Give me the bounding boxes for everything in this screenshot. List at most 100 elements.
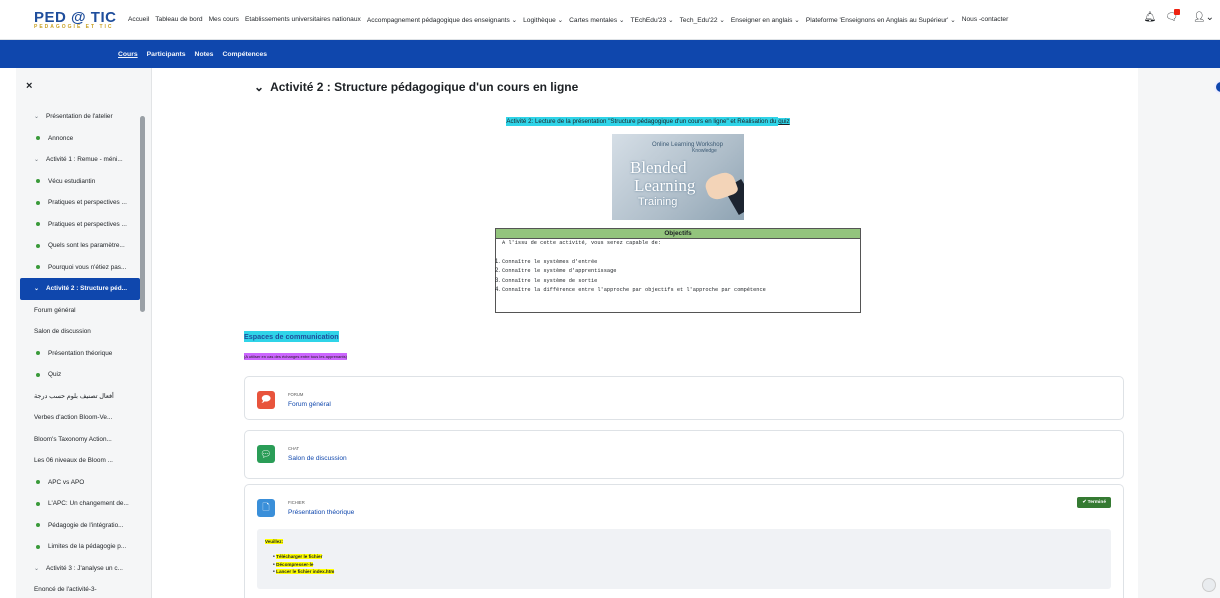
sidebar-item-label: Présentation de l'atelier bbox=[46, 113, 113, 121]
objectives-table: Objectifs A l'issu de cette activité, vo… bbox=[495, 228, 861, 313]
blended-learning-image: Online Learning Workshop Knowledge Blend… bbox=[612, 134, 744, 220]
section-title-text: Activité 2 : Structure pédagogique d'un … bbox=[270, 80, 579, 94]
nav-item[interactable]: Accueil bbox=[128, 16, 149, 24]
instructions-list: Télécharger le fichier Décompresser-le L… bbox=[273, 553, 335, 576]
nav-item[interactable]: Nous -contacter bbox=[962, 16, 1009, 24]
nav-item[interactable]: Etablissements universitaires nationaux bbox=[245, 16, 361, 24]
objective-text: Connaître la différence entre l'approche… bbox=[502, 287, 766, 293]
chevron-down-icon[interactable]: ⌄ bbox=[34, 113, 46, 120]
sidebar-item-label: Salon de discussion bbox=[34, 328, 91, 336]
image-word: Knowledge bbox=[692, 148, 717, 154]
objective-item: 2. Connaître le système d'apprentissage bbox=[494, 268, 617, 274]
sidebar-item-label: L'APC: Un changement de... bbox=[48, 500, 129, 508]
nav-item[interactable]: Tech_Edu'22 ⌄ bbox=[680, 16, 725, 24]
sidebar-item-label: Vécu estudiantin bbox=[48, 177, 96, 185]
sidebar-item-label: Pratiques et perspectives ... bbox=[48, 220, 127, 228]
sidebar-item[interactable]: Verbes d'action Bloom-Ve... bbox=[16, 407, 144, 429]
completion-dot-icon bbox=[36, 200, 40, 205]
sidebar-item[interactable]: Présentation théorique bbox=[16, 343, 144, 365]
sidebar-item[interactable]: Enoncé de l'activité-3- bbox=[16, 579, 144, 598]
sidebar-item-label: Pourquoi vous n'étiez pas... bbox=[48, 263, 127, 271]
sidebar-item[interactable]: Bloom's Taxonomy Action... bbox=[16, 429, 144, 451]
nav-item[interactable]: Logithèque ⌄ bbox=[523, 16, 563, 24]
forum-icon: 🗩︎ bbox=[257, 391, 275, 409]
nav-item[interactable]: Mes cours bbox=[209, 16, 239, 24]
completion-dot-icon bbox=[36, 179, 40, 184]
completion-dot-icon bbox=[36, 480, 40, 485]
section-title[interactable]: ⌄ Activité 2 : Structure pédagogique d'u… bbox=[254, 80, 578, 94]
sidebar-item[interactable]: Les 06 niveaux de Bloom ... bbox=[16, 450, 144, 472]
sidebar-item[interactable]: Limites de la pédagogie p... bbox=[16, 536, 144, 558]
tab-cours[interactable]: Cours bbox=[118, 51, 138, 58]
main-nav: Accueil Tableau de bord Mes cours Etabli… bbox=[128, 16, 1014, 24]
chevron-down-icon[interactable]: ⌄ bbox=[34, 565, 46, 572]
instructions-box: Veuillez: Télécharger le fichier Décompr… bbox=[257, 529, 1111, 589]
sidebar-item-label: Bloom's Taxonomy Action... bbox=[34, 435, 112, 443]
image-word: Blended bbox=[630, 158, 687, 177]
sidebar-item[interactable]: Pédagogie de l'intégratio... bbox=[16, 515, 144, 537]
course-index: ⌄ Présentation de l'atelier Annonce ⌄ Activi… bbox=[16, 106, 144, 598]
chevron-down-icon[interactable]: ⌄ bbox=[254, 80, 264, 94]
activity-link[interactable]: Présentation théorique bbox=[288, 509, 354, 516]
activity-link[interactable]: Salon de discussion bbox=[288, 455, 347, 462]
nav-item[interactable]: Tableau de bord bbox=[155, 16, 202, 24]
sidebar-item[interactable]: Annonce bbox=[16, 128, 144, 150]
activity-type: CHAT bbox=[288, 446, 300, 451]
sidebar-item-label: Activité 1 : Remue - méni... bbox=[46, 156, 123, 164]
sidebar-item[interactable]: Vécu estudiantin bbox=[16, 171, 144, 193]
quiz-link[interactable]: quiz bbox=[778, 118, 790, 125]
scroll-button[interactable] bbox=[1202, 578, 1216, 592]
sidebar-item[interactable]: Forum général bbox=[16, 300, 144, 322]
nav-item[interactable]: Cartes mentales ⌄ bbox=[569, 16, 624, 24]
messages-icon[interactable]: 🗨︎ bbox=[1165, 9, 1184, 23]
chevron-down-icon[interactable]: ⌄ bbox=[34, 285, 46, 292]
objectives-intro: A l'issu de cette activité, vous serez c… bbox=[502, 240, 661, 246]
sidebar-item-label: Verbes d'action Bloom-Ve... bbox=[34, 414, 113, 422]
sidebar-item[interactable]: Quels sont les paramètre... bbox=[16, 235, 144, 257]
sidebar-item[interactable]: Pratiques et perspectives ... bbox=[16, 192, 144, 214]
sidebar-item[interactable]: ⌄ Activité 2 : Structure péd... bbox=[20, 278, 140, 300]
sidebar-item[interactable]: ⌄ Présentation de l'atelier bbox=[16, 106, 144, 128]
sidebar-item[interactable]: ⌄ Activité 1 : Remue - méni... bbox=[16, 149, 144, 171]
completion-dot-icon bbox=[36, 351, 40, 356]
instruction-text: Décompresser-le bbox=[276, 561, 314, 567]
activity-heading-text: Activité 2: Lecture de la présentation "… bbox=[506, 117, 779, 126]
sidebar-item[interactable]: أفعال تصنيف بلوم حسب درجة bbox=[16, 386, 144, 408]
sidebar-item-label: Quiz bbox=[48, 371, 62, 379]
sidebar-item-label: Limites de la pédagogie p... bbox=[48, 543, 127, 551]
sidebar-item[interactable]: Salon de discussion bbox=[16, 321, 144, 343]
instruction-text: Lancer le fichier index.htm bbox=[276, 569, 335, 574]
sidebar-item[interactable]: Pourquoi vous n'étiez pas... bbox=[16, 257, 144, 279]
sidebar-item[interactable]: ⌄ Activité 3 : J'analyse un c... bbox=[16, 558, 144, 580]
sidebar-item-label: Pratiques et perspectives ... bbox=[48, 199, 127, 207]
completion-dot-icon bbox=[36, 544, 40, 549]
tab-competences[interactable]: Compétences bbox=[222, 51, 267, 58]
nav-item[interactable]: Plateforme 'Enseignons en Anglais au Sup… bbox=[806, 16, 956, 24]
chevron-down-icon[interactable]: ⌄ bbox=[34, 156, 46, 163]
tab-notes[interactable]: Notes bbox=[195, 51, 214, 58]
sidebar-item[interactable]: L'APC: Un changement de... bbox=[16, 493, 144, 515]
sidebar-item[interactable]: Quiz bbox=[16, 364, 144, 386]
activity-link[interactable]: Forum général bbox=[288, 401, 331, 408]
avatar[interactable]: 👤︎⌄ bbox=[1193, 12, 1214, 23]
completion-dot-icon bbox=[36, 243, 40, 248]
chat-icon: 💬︎ bbox=[257, 445, 275, 463]
site-logo[interactable]: PED @ TIC PEDAGOGIE ET TIC bbox=[0, 10, 128, 30]
communication-note: (A utiliser en cas des échanges entre to… bbox=[244, 353, 347, 360]
close-icon[interactable]: × bbox=[26, 80, 32, 92]
sidebar-item[interactable]: Pratiques et perspectives ... bbox=[16, 214, 144, 236]
completion-dot-icon bbox=[36, 523, 40, 528]
nav-item[interactable]: TEchEdu'23 ⌄ bbox=[631, 16, 674, 24]
instruction-text: Télécharger le fichier bbox=[276, 554, 323, 559]
completion-badge[interactable]: ✔ Terminé bbox=[1077, 497, 1111, 508]
bell-icon[interactable]: 🔔︎ bbox=[1144, 12, 1157, 23]
sidebar-scrollbar[interactable] bbox=[140, 116, 145, 312]
activity-type: FORUM bbox=[288, 392, 304, 397]
communication-title: Espaces de communication bbox=[244, 331, 339, 342]
nav-item[interactable]: Accompagnement pédagogique des enseignan… bbox=[367, 16, 517, 24]
sidebar-item-label: Quels sont les paramètre... bbox=[48, 242, 125, 250]
sidebar-item[interactable]: APC vs APO bbox=[16, 472, 144, 494]
tab-participants[interactable]: Participants bbox=[147, 51, 186, 58]
objective-text: Connaître le système d'apprentissage bbox=[502, 268, 617, 274]
nav-item[interactable]: Enseigner en anglais ⌄ bbox=[731, 16, 800, 24]
